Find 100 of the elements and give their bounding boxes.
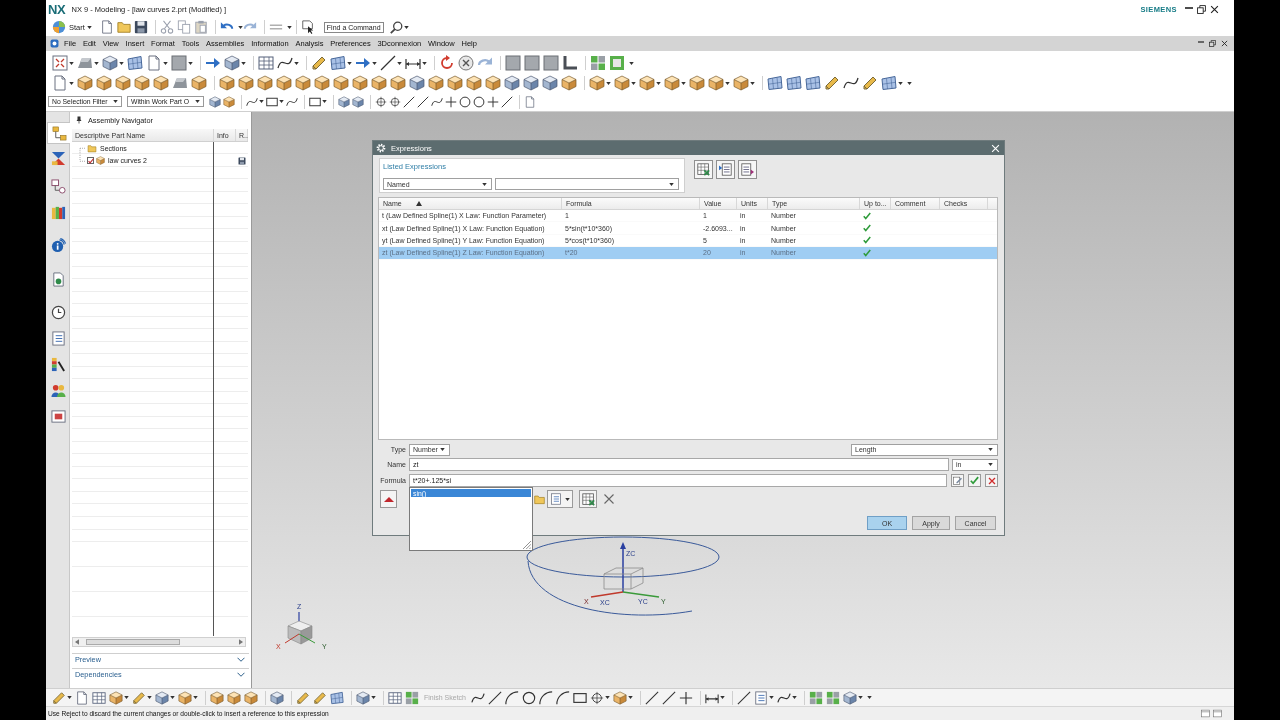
- clipboard-icon[interactable]: [193, 20, 208, 34]
- corner-icon[interactable]: [562, 55, 578, 71]
- caret-icon[interactable]: [67, 696, 72, 699]
- caret-icon[interactable]: [195, 100, 200, 103]
- caret-icon[interactable]: [988, 463, 993, 466]
- app-logo-icon[interactable]: [50, 39, 59, 48]
- caret-icon[interactable]: [86, 25, 92, 29]
- rotate-arrow-icon[interactable]: [439, 55, 455, 71]
- minimize-icon[interactable]: [1185, 6, 1193, 9]
- restore-icon[interactable]: [1197, 4, 1206, 14]
- line-icon[interactable]: [501, 95, 513, 108]
- crosshair-icon[interactable]: [375, 95, 387, 108]
- caret-icon[interactable]: [279, 100, 284, 103]
- caret-icon[interactable]: [397, 61, 402, 65]
- block-icon[interactable]: [708, 75, 724, 91]
- rectangle-icon[interactable]: [573, 690, 588, 705]
- block-icon[interactable]: [295, 75, 311, 91]
- caret-icon[interactable]: [681, 81, 686, 85]
- cube-icon[interactable]: [504, 75, 520, 91]
- arrow-icon[interactable]: [355, 55, 371, 71]
- pencil-icon[interactable]: [862, 75, 878, 91]
- caret-icon[interactable]: [720, 696, 726, 699]
- caret-icon[interactable]: [69, 81, 74, 85]
- table-icon[interactable]: [92, 690, 106, 705]
- resize-grip-icon[interactable]: [523, 541, 531, 549]
- line-icon[interactable]: [645, 690, 660, 705]
- block-icon[interactable]: [77, 75, 93, 91]
- caret-icon[interactable]: [482, 182, 487, 186]
- block-icon[interactable]: [561, 75, 577, 91]
- reject-button[interactable]: [985, 474, 998, 487]
- cube-icon[interactable]: [409, 75, 425, 91]
- cube-icon[interactable]: [843, 690, 858, 705]
- circle-icon[interactable]: [522, 690, 537, 705]
- curve-icon[interactable]: [277, 55, 293, 71]
- block-icon[interactable]: [238, 75, 254, 91]
- export-button[interactable]: [738, 160, 757, 179]
- crosshair-icon[interactable]: [590, 690, 605, 705]
- block-icon[interactable]: [223, 95, 235, 108]
- cube-icon[interactable]: [352, 95, 364, 108]
- arrow-icon[interactable]: [205, 55, 221, 71]
- block-icon[interactable]: [191, 75, 207, 91]
- close-icon[interactable]: [1210, 4, 1219, 14]
- arc-icon[interactable]: [505, 690, 520, 705]
- caret-icon[interactable]: [347, 61, 352, 65]
- pencil-icon[interactable]: [296, 690, 310, 705]
- caret-icon[interactable]: [241, 61, 246, 65]
- caret-icon[interactable]: [750, 81, 755, 85]
- pencil-icon[interactable]: [311, 55, 327, 71]
- caret-icon[interactable]: [792, 696, 798, 699]
- cube-icon[interactable]: [356, 690, 370, 705]
- block-icon[interactable]: [244, 690, 258, 705]
- restore-icon[interactable]: [1209, 40, 1216, 47]
- grid-icon[interactable]: [590, 55, 606, 71]
- caret-icon[interactable]: [440, 448, 445, 451]
- block-icon[interactable]: [639, 75, 655, 91]
- caret-icon[interactable]: [371, 696, 376, 699]
- save-icon[interactable]: [133, 20, 148, 34]
- surface-icon[interactable]: [330, 690, 344, 705]
- plus-icon[interactable]: [487, 95, 499, 108]
- search-icon[interactable]: [389, 20, 403, 34]
- curve-icon[interactable]: [471, 690, 486, 705]
- block-icon[interactable]: [115, 75, 131, 91]
- block-icon[interactable]: [371, 75, 387, 91]
- circle-icon[interactable]: [473, 95, 485, 108]
- cube-icon[interactable]: [270, 690, 284, 705]
- block-icon[interactable]: [153, 75, 169, 91]
- document-pointer-icon[interactable]: [300, 20, 315, 34]
- block-icon[interactable]: [276, 75, 292, 91]
- pencil-icon[interactable]: [824, 75, 840, 91]
- accept-button[interactable]: [968, 474, 981, 487]
- surface-icon[interactable]: [786, 75, 802, 91]
- caret-icon[interactable]: [124, 696, 129, 699]
- block-icon[interactable]: [333, 75, 349, 91]
- curve-icon[interactable]: [777, 690, 792, 705]
- plus-icon[interactable]: [445, 95, 457, 108]
- line-icon[interactable]: [403, 95, 415, 108]
- block-icon[interactable]: [485, 75, 501, 91]
- caret-icon[interactable]: [629, 61, 634, 65]
- up-arrow-button[interactable]: [380, 490, 397, 508]
- table-icon[interactable]: [388, 690, 402, 705]
- cube-icon[interactable]: [209, 95, 221, 108]
- line-icon[interactable]: [417, 95, 429, 108]
- caret-icon[interactable]: [605, 696, 611, 699]
- block-icon[interactable]: [314, 75, 330, 91]
- block-icon[interactable]: [589, 75, 605, 91]
- spreadsheet-button[interactable]: [579, 490, 597, 508]
- caret-icon[interactable]: [113, 100, 118, 103]
- caret-icon[interactable]: [69, 61, 74, 65]
- app-logo-icon[interactable]: [52, 20, 66, 34]
- edit-button[interactable]: [951, 474, 964, 487]
- line-icon[interactable]: [380, 55, 396, 71]
- caret-icon[interactable]: [259, 100, 264, 103]
- rectangle-icon[interactable]: [309, 95, 321, 108]
- window-icon[interactable]: [1201, 709, 1210, 718]
- cube-icon[interactable]: [523, 75, 539, 91]
- curve-icon[interactable]: [246, 95, 258, 108]
- block-icon[interactable]: [352, 75, 368, 91]
- curve-icon[interactable]: [843, 75, 859, 91]
- caret-icon[interactable]: [606, 81, 611, 85]
- caret-icon[interactable]: [769, 696, 775, 699]
